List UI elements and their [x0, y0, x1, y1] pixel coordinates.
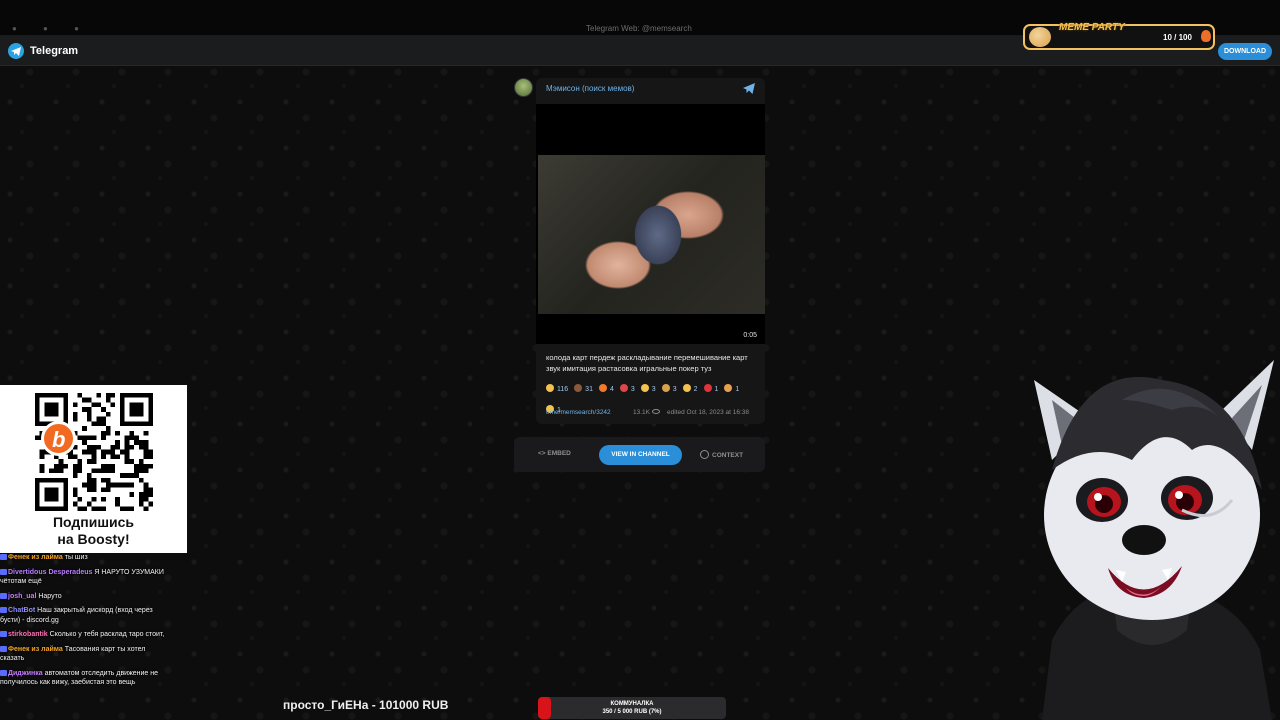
chat-text: Наруто	[36, 592, 62, 600]
stream-screen: { "browser": { "url": "Telegram Web: @me…	[0, 0, 1280, 720]
embed-button[interactable]: <> EMBED	[538, 450, 571, 457]
boosty-logo-icon: b	[41, 421, 76, 456]
chat-badge-icon	[0, 568, 7, 575]
post-card: Мэмисон (поиск мемов) 0:05 колода карт п…	[536, 78, 765, 424]
chat-message: josh_ual Наруто	[0, 592, 165, 602]
embed-label: EMBED	[547, 450, 571, 457]
post-views: 13.1K	[633, 409, 662, 416]
reaction-emoji-icon	[703, 384, 712, 392]
reaction-chip[interactable]: 3	[640, 384, 656, 393]
vtuber-wolf-avatar	[1034, 360, 1274, 720]
reaction-count: 3	[651, 386, 656, 393]
code-icon: <>	[538, 450, 548, 457]
reaction-emoji-icon	[619, 384, 628, 392]
chat-message: ChatBot Наш закрытый дискорд (вход через…	[0, 606, 165, 625]
reaction-chip[interactable]: 1	[703, 384, 719, 393]
chat-badge-icon	[0, 554, 7, 560]
reaction-chip[interactable]: 3	[619, 384, 635, 393]
reaction-count: 116	[557, 386, 569, 393]
browser-url[interactable]: Telegram Web: @memsearch	[586, 24, 692, 33]
meme-party-count: 10 / 100	[1163, 33, 1192, 42]
reaction-chip[interactable]: 4	[598, 384, 614, 393]
chat-message: Фенек из лайма Тасования карт ты хотел с…	[0, 645, 165, 664]
reaction-emoji-icon	[724, 384, 733, 392]
chat-username[interactable]: ChatBot	[8, 607, 35, 614]
chat-badge-icon	[0, 631, 7, 637]
qr-caption-line1: Подпишись	[52, 514, 135, 530]
chat-badge-icon	[0, 592, 7, 599]
reaction-count: 1	[735, 386, 740, 393]
chat-username[interactable]: stirkobantik	[8, 631, 48, 638]
reaction-count: 1	[714, 386, 719, 393]
channel-name[interactable]: Мэмисон (поиск мемов)	[546, 84, 634, 93]
post-link[interactable]: t.me/memsearch/3242	[546, 409, 611, 416]
chat-message: stirkobantik Сколько у тебя расклад таро…	[0, 630, 165, 640]
telegram-brand[interactable]: Telegram	[30, 45, 78, 57]
chat-badge-icon	[0, 669, 7, 676]
video-thumbnail[interactable]	[538, 155, 765, 314]
context-label: CONTEXT	[712, 452, 744, 459]
stream-chat: Фенек из лайма ты шиз Divertidous Despera…	[0, 553, 165, 705]
reaction-count: 3	[672, 386, 677, 393]
doge-icon	[1029, 27, 1051, 47]
reaction-emoji-icon	[682, 384, 691, 392]
goal-title: КОММУНАЛКА	[610, 701, 654, 707]
chat-username[interactable]: Divertidous Desperadeus	[8, 569, 92, 576]
chat-username[interactable]: josh_ual	[8, 593, 36, 600]
video-duration: 0:05	[743, 332, 757, 339]
reaction-chip[interactable]: 2	[682, 384, 698, 393]
chat-badge-icon	[0, 645, 7, 652]
chat-message: Фенек из лайма ты шиз	[0, 553, 165, 563]
reaction-emoji-icon	[574, 384, 583, 392]
last-donation: просто_ГиЕНа - 101000 RUB	[283, 698, 449, 712]
telegram-share-icon[interactable]	[743, 83, 755, 94]
post-edited-date: edited Oct 18, 2023 at 16:38	[667, 409, 750, 416]
reaction-chip[interactable]: 31	[574, 384, 593, 393]
qr-caption-line2: на Boosty!	[57, 531, 130, 547]
post-action-bar: <> EMBED VIEW IN CHANNEL CONTEXT	[514, 437, 765, 472]
reaction-count: 31	[585, 386, 593, 393]
video-player[interactable]: 0:05	[536, 104, 765, 344]
goal-amount: 350 / 5 000 RUB (7%)	[602, 709, 662, 715]
reaction-chip[interactable]: 3	[661, 384, 677, 393]
chat-message: Диджинка автоматом отследить движение не…	[0, 669, 165, 688]
globe-icon	[700, 450, 709, 459]
reaction-emoji-icon	[640, 384, 649, 392]
reaction-chip[interactable]: 1	[724, 384, 739, 393]
reaction-emoji-icon	[598, 384, 607, 392]
reaction-count: 4	[609, 386, 614, 393]
chat-username[interactable]: Диджинка	[8, 670, 43, 677]
reaction-chip[interactable]: 116	[546, 384, 568, 393]
post-caption: колода карт пердеж раскладывание перемеш…	[546, 353, 748, 373]
channel-avatar[interactable]	[514, 78, 533, 97]
meme-party-widget: MEME PARTY 10 / 100	[1023, 22, 1215, 50]
reaction-count: 3	[630, 386, 635, 393]
reaction-emoji-icon	[546, 384, 554, 392]
context-button[interactable]: CONTEXT	[700, 450, 743, 459]
eye-icon	[652, 409, 660, 414]
boosty-qr-panel: b Подпишись на Boosty!	[0, 385, 187, 553]
chat-text: ты шиз	[62, 554, 88, 561]
view-in-channel-button[interactable]: VIEW IN CHANNEL	[599, 445, 682, 465]
reaction-count: 2	[693, 386, 698, 393]
chat-username[interactable]: Фенек из лайма	[8, 554, 63, 561]
browser-controls[interactable]: ● ● ●	[12, 24, 91, 33]
reaction-emoji-icon	[661, 384, 670, 392]
chat-badge-icon	[0, 607, 7, 613]
meme-party-title: MEME PARTY	[1059, 22, 1125, 33]
download-button[interactable]: DOWNLOAD	[1218, 43, 1272, 60]
chat-username[interactable]: Фенек из лайма	[8, 646, 63, 653]
telegram-logo-icon[interactable]	[8, 43, 24, 59]
chat-message: Divertidous Desperadeus Я НАРУТО УЗУМАКИ…	[0, 568, 165, 587]
fire-icon	[1201, 30, 1211, 42]
views-count: 13.1K	[633, 409, 650, 416]
chat-text: Сколько у тебя расклад таро стоит,	[47, 631, 165, 638]
donation-goal-bar: КОММУНАЛКА 350 / 5 000 RUB (7%)	[538, 697, 726, 719]
